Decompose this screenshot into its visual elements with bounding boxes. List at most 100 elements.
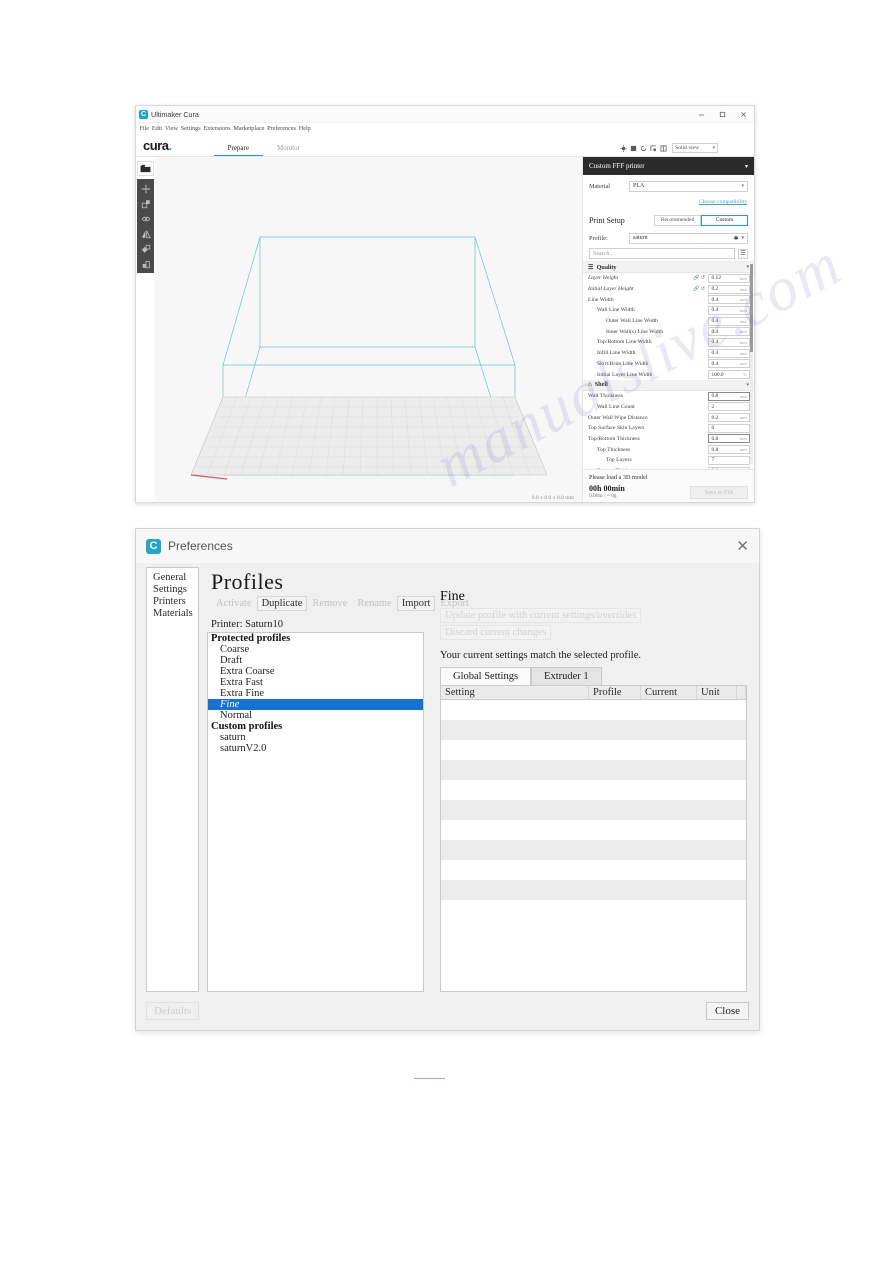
setting-value-field[interactable]: 0.2 mm (708, 413, 750, 423)
menu-view[interactable]: View (164, 125, 180, 132)
table-row[interactable] (441, 740, 746, 760)
settings-group-quality[interactable]: ☰ Quality ▾ (583, 262, 754, 273)
nav-item-materials[interactable]: Materials (147, 607, 198, 619)
setting-value-field[interactable]: 0.8mm (708, 391, 750, 401)
setting-row[interactable]: Infill Line Width 0.4 mm (583, 348, 754, 359)
open-folder-icon[interactable] (137, 161, 154, 176)
profile-item-extra-fast[interactable]: Extra Fast (208, 677, 423, 688)
save-to-file-button[interactable]: Save to File (690, 486, 748, 499)
minimize-icon[interactable] (691, 106, 712, 123)
table-row[interactable] (441, 880, 746, 900)
menu-extensions[interactable]: Extensions (202, 125, 232, 132)
rotate-icon[interactable] (639, 144, 647, 152)
setting-row[interactable]: Top Thickness 0.8 mm (583, 444, 754, 455)
defaults-button[interactable]: Defaults (146, 1002, 200, 1020)
printer-select[interactable]: Custom FFF printer ▾ (583, 157, 754, 175)
profile-item-saturnv2[interactable]: saturnV2.0 (208, 743, 423, 754)
table-row[interactable] (441, 800, 746, 820)
close-icon[interactable] (733, 106, 754, 123)
table-row[interactable] (441, 780, 746, 800)
menu-preferences[interactable]: Preferences (266, 125, 298, 132)
setting-value-field[interactable]: 0.8mm (708, 466, 750, 469)
mirror-tool-icon[interactable] (137, 226, 154, 241)
setting-row[interactable]: Wall Line Count 2 (583, 402, 754, 413)
profile-list[interactable]: Protected profiles Coarse Draft Extra Co… (207, 632, 424, 992)
view-mode-select[interactable]: Solid view ▾ (672, 143, 718, 153)
setting-value-field[interactable]: 0.4 mm (708, 295, 750, 305)
table-row[interactable] (441, 760, 746, 780)
setting-value-field[interactable]: 0.4 mm (708, 359, 750, 369)
menu-edit[interactable]: Edit (150, 125, 163, 132)
maximize-icon[interactable] (712, 106, 733, 123)
settings-visibility-icon[interactable]: ☰ (738, 248, 748, 259)
menu-settings[interactable]: Settings (179, 125, 202, 132)
discard-changes-button[interactable]: Discard current changes (440, 625, 552, 640)
profile-item-extra-fine[interactable]: Extra Fine (208, 688, 423, 699)
tab-global-settings[interactable]: Global Settings (440, 667, 532, 685)
table-row[interactable] (441, 860, 746, 880)
setting-row[interactable]: Initial Layer Line Width 100.0% (583, 369, 754, 380)
move-icon[interactable] (137, 181, 154, 196)
setting-row[interactable]: Bottom Thickness 0.8mm (583, 466, 754, 469)
setting-value-field[interactable]: 0.8mm (708, 445, 750, 455)
custom-button[interactable]: Custom (701, 214, 748, 226)
menu-help[interactable]: Help (297, 125, 312, 132)
support-blocker-icon[interactable] (137, 256, 154, 271)
setting-row[interactable]: Inner Wall(s) Line Width 0.4 mm (583, 326, 754, 337)
scale-icon[interactable] (649, 144, 657, 152)
setting-value-field[interactable]: 0 (708, 423, 750, 433)
menu-file[interactable]: File (138, 125, 150, 132)
settings-list[interactable]: ☰ Quality ▾ Layer Height 🔗 ↺ 0.12 mm Init… (583, 261, 754, 469)
profile-item-fine[interactable]: Fine (208, 699, 423, 710)
column-header-setting[interactable]: Setting (441, 686, 589, 699)
tab-extruder-1[interactable]: Extruder 1 (531, 667, 602, 685)
setting-row[interactable]: Wall Thickness 0.8 mm (583, 391, 754, 402)
setting-value-field[interactable]: 0.2 mm (708, 284, 750, 294)
tab-prepare[interactable]: Prepare (213, 144, 263, 156)
setting-value-field[interactable]: 0.8mm (708, 434, 750, 444)
table-row[interactable] (441, 840, 746, 860)
settings-group-shell[interactable]: ⌂ Shell ▾ (583, 379, 754, 391)
rotate-tool-icon[interactable] (137, 211, 154, 226)
setting-row[interactable]: Top Surface Skin Layers 0 (583, 423, 754, 434)
column-header-current[interactable]: Current (641, 686, 697, 699)
pan-icon[interactable] (619, 144, 627, 152)
setting-row[interactable]: Initial Layer Height 🔗 ↺ 0.2 mm (583, 284, 754, 295)
setting-value-field[interactable]: 0.4 mm (708, 337, 750, 347)
setting-row[interactable]: Outer Wall Line Width 0.4 mm (583, 316, 754, 327)
column-header-unit[interactable]: Unit (697, 686, 737, 699)
setting-value-field[interactable]: 0.12 mm (708, 273, 750, 283)
close-icon[interactable]: ✕ (736, 539, 749, 554)
per-model-settings-icon[interactable] (137, 241, 154, 256)
setting-row[interactable]: Skirt/Brim Line Width 0.4 mm (583, 359, 754, 370)
setting-value-field[interactable]: 0.4 mm (708, 305, 750, 315)
recommended-button[interactable]: Recommended (654, 214, 701, 226)
rename-button[interactable]: Rename (352, 596, 397, 611)
material-select[interactable]: PLA ▾ (629, 180, 748, 192)
setting-row[interactable]: Top/Bottom Thickness 0.8 mm (583, 434, 754, 445)
profile-item-saturn[interactable]: saturn (208, 732, 423, 743)
nav-item-settings[interactable]: Settings (147, 583, 198, 595)
setting-row[interactable]: Outer Wall Wipe Distance 0.2 mm (583, 412, 754, 423)
update-profile-button[interactable]: Update profile with current settings/ove… (440, 608, 642, 623)
table-row[interactable] (441, 720, 746, 740)
mirror-icon[interactable] (659, 144, 667, 152)
setting-value-field[interactable]: 7 (708, 455, 750, 465)
nav-item-general[interactable]: General (147, 571, 198, 583)
search-input[interactable]: Search... (589, 248, 735, 259)
setting-row[interactable]: Wall Line Width 0.4 mm (583, 305, 754, 316)
setting-row[interactable]: Layer Height 🔗 ↺ 0.12 mm (583, 273, 754, 284)
table-row[interactable] (441, 820, 746, 840)
close-button[interactable]: Close (705, 1002, 749, 1020)
nav-item-printers[interactable]: Printers (147, 595, 198, 607)
setting-value-field[interactable]: 0.4 mm (708, 348, 750, 358)
setting-row[interactable]: Top Layers 7 (583, 455, 754, 466)
setting-row[interactable]: Line Width 0.4 mm (583, 294, 754, 305)
menu-marketplace[interactable]: Marketplace (232, 125, 266, 132)
table-row[interactable] (441, 700, 746, 720)
setting-value-field[interactable]: 0.4 mm (708, 327, 750, 337)
profile-item-draft[interactable]: Draft (208, 655, 423, 666)
build-plate-viewport[interactable]: 0.0 x 0.0 x 0.0 mm (155, 157, 582, 502)
remove-button[interactable]: Remove (307, 596, 353, 611)
profile-item-coarse[interactable]: Coarse (208, 644, 423, 655)
